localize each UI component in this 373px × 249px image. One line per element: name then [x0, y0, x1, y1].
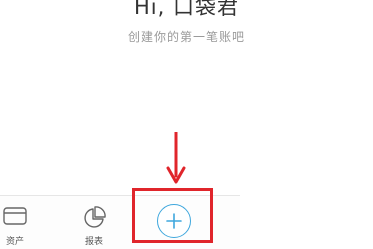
tab-report[interactable]: 报表	[72, 196, 116, 249]
tab-assets[interactable]: 资产	[0, 196, 30, 249]
annotation-arrow	[166, 132, 186, 184]
app-screen: Hi, 口袋君 创建你的第一笔账吧 资产 报表	[0, 0, 373, 249]
add-record-button[interactable]	[157, 204, 191, 238]
plus-icon	[166, 213, 182, 229]
pie-chart-icon	[84, 206, 106, 228]
tab-report-label: 报表	[84, 237, 103, 247]
empty-state-subtitle: 创建你的第一笔账吧	[127, 30, 245, 44]
greeting-title: Hi, 口袋君	[134, 0, 239, 19]
wallet-icon	[3, 207, 27, 225]
tab-assets-label: 资产	[5, 237, 24, 247]
